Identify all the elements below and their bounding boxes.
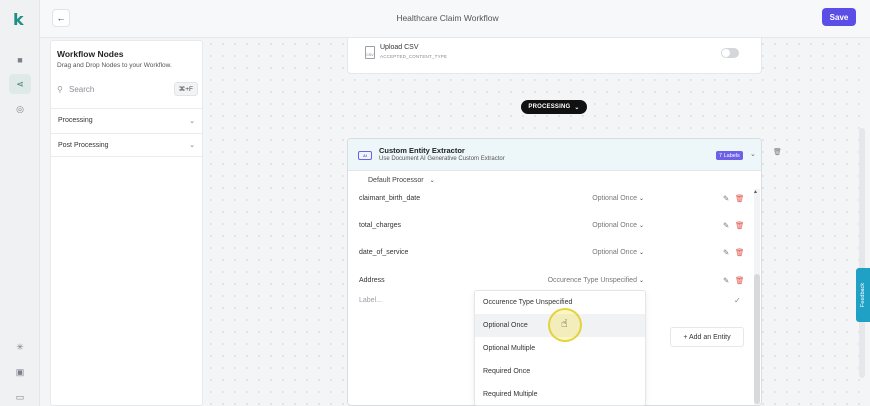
- search-shortcut: ⌘+F: [173, 82, 198, 96]
- chevron-down-icon: ⌄: [189, 142, 195, 149]
- trash-icon[interactable]: 🗑: [735, 194, 745, 203]
- node-subtitle: ACCEPTED_CONTENT_TYPE: [380, 54, 448, 59]
- add-entity-button[interactable]: + Add an Entity: [670, 327, 744, 347]
- monitor-icon[interactable]: ▭: [14, 391, 26, 403]
- chevron-down-icon: ⌄: [638, 196, 644, 202]
- edit-icon[interactable]: ✎: [723, 221, 729, 230]
- entity-name: date_of_service: [359, 249, 409, 256]
- entity-row: date_of_service Optional Once ⌄ ✎ 🗑: [359, 247, 745, 261]
- new-label-input[interactable]: Label...: [359, 297, 382, 304]
- section-post-processing[interactable]: Post Processing ⌄: [51, 133, 202, 157]
- processor-select[interactable]: Default Processor ⌄: [368, 177, 435, 184]
- chevron-down-icon[interactable]: ⌄: [750, 150, 756, 158]
- scroll-up-arrow-icon[interactable]: ▲: [753, 189, 758, 195]
- node-subtitle: Use Document AI Generative Custom Extrac…: [379, 156, 505, 162]
- chevron-down-icon: ⌄: [638, 278, 644, 284]
- shield-icon[interactable]: ◎: [14, 103, 26, 115]
- dropdown-option[interactable]: Required Multiple: [475, 383, 645, 406]
- edit-icon[interactable]: ✎: [723, 248, 729, 257]
- feedback-tab[interactable]: Feedback: [856, 268, 870, 322]
- processing-stage-pill[interactable]: PROCESSING ⌄: [521, 100, 587, 114]
- upload-csv-node[interactable]: CSV Upload CSV ACCEPTED_CONTENT_TYPE: [347, 38, 762, 74]
- panel-subtitle: Drag and Drop Nodes to your Workflow.: [57, 62, 172, 69]
- scrollbar-thumb[interactable]: [754, 274, 760, 404]
- ai-extractor-icon: AI: [358, 151, 372, 160]
- delete-node-icon[interactable]: 🗑: [773, 148, 782, 156]
- panel-title: Workflow Nodes: [57, 49, 124, 59]
- section-processing[interactable]: Processing ⌄: [51, 108, 202, 132]
- occurrence-select[interactable]: Optional Once ⌄: [592, 222, 644, 229]
- chevron-down-icon: ⌄: [638, 250, 644, 256]
- check-icon[interactable]: ✓: [734, 296, 741, 305]
- hand-cursor-icon: ☝: [561, 317, 568, 330]
- feedback-label: Feedback: [860, 282, 866, 308]
- section-label: Post Processing: [58, 141, 109, 149]
- entity-name: claimant_birth_date: [359, 195, 421, 202]
- app-logo[interactable]: k: [13, 10, 24, 29]
- section-label: Processing: [58, 117, 93, 124]
- occurrence-value: Optional Once: [592, 249, 637, 256]
- occurrence-select[interactable]: Optional Once ⌄: [592, 249, 644, 256]
- folder-icon[interactable]: ■: [14, 54, 26, 66]
- upload-toggle[interactable]: [721, 48, 739, 58]
- workflow-title: Healthcare Claim Workflow: [396, 13, 499, 23]
- edit-icon[interactable]: ✎: [723, 276, 729, 285]
- entity-name: Address: [359, 277, 385, 284]
- occurrence-select[interactable]: Optional Once ⌄: [592, 195, 644, 202]
- labels-badge[interactable]: 7 Labels: [716, 151, 743, 160]
- top-bar: ← Healthcare Claim Workflow Save: [40, 0, 870, 38]
- trash-icon[interactable]: 🗑: [735, 221, 745, 230]
- occurrence-type-dropdown: Occurence Type Unspecified Optional Once…: [474, 290, 646, 406]
- csv-file-icon: CSV: [365, 46, 375, 59]
- node-title: Upload CSV: [380, 44, 419, 51]
- search-input[interactable]: Search: [69, 85, 174, 94]
- chevron-down-icon: ⌄: [574, 104, 580, 111]
- trash-icon[interactable]: 🗑: [735, 276, 745, 285]
- left-rail: k ■ ⋖ ◎ ✳ ▣ ▭: [0, 0, 40, 406]
- occurrence-select[interactable]: Occurence Type Unspecified ⌄: [548, 277, 644, 284]
- entity-name: total_charges: [359, 222, 402, 229]
- occurrence-value: Optional Once: [592, 222, 637, 229]
- save-button[interactable]: Save: [822, 8, 856, 26]
- trash-icon[interactable]: 🗑: [735, 248, 745, 257]
- sun-icon[interactable]: ✳: [14, 341, 26, 353]
- document-icon[interactable]: ▣: [14, 366, 26, 378]
- processor-select-value: Default Processor: [368, 177, 424, 184]
- node-search[interactable]: ⚲ Search ⌘+F: [57, 79, 198, 99]
- entity-row: claimant_birth_date Optional Once ⌄ ✎ 🗑: [359, 193, 745, 207]
- occurrence-value: Occurence Type Unspecified: [547, 277, 637, 284]
- workflow-icon[interactable]: ⋖: [9, 74, 31, 94]
- node-title: Custom Entity Extractor: [379, 146, 465, 155]
- entity-row: Address Occurence Type Unspecified ⌄ ✎ 🗑: [359, 275, 745, 289]
- chevron-down-icon: ⌄: [638, 223, 644, 229]
- chevron-down-icon: ⌄: [189, 117, 195, 125]
- chevron-down-icon: ⌄: [429, 178, 435, 184]
- dropdown-option[interactable]: Required Once: [475, 360, 645, 383]
- stage-label: PROCESSING: [528, 104, 571, 110]
- node-header: AI Custom Entity Extractor Use Document …: [348, 139, 761, 171]
- edit-icon[interactable]: ✎: [723, 194, 729, 203]
- entity-row: total_charges Optional Once ⌄ ✎ 🗑: [359, 220, 745, 234]
- occurrence-value: Optional Once: [592, 195, 637, 202]
- search-icon: ⚲: [57, 84, 63, 94]
- canvas-scrollbar[interactable]: [859, 128, 865, 378]
- workflow-nodes-panel: Workflow Nodes Drag and Drop Nodes to yo…: [50, 40, 203, 406]
